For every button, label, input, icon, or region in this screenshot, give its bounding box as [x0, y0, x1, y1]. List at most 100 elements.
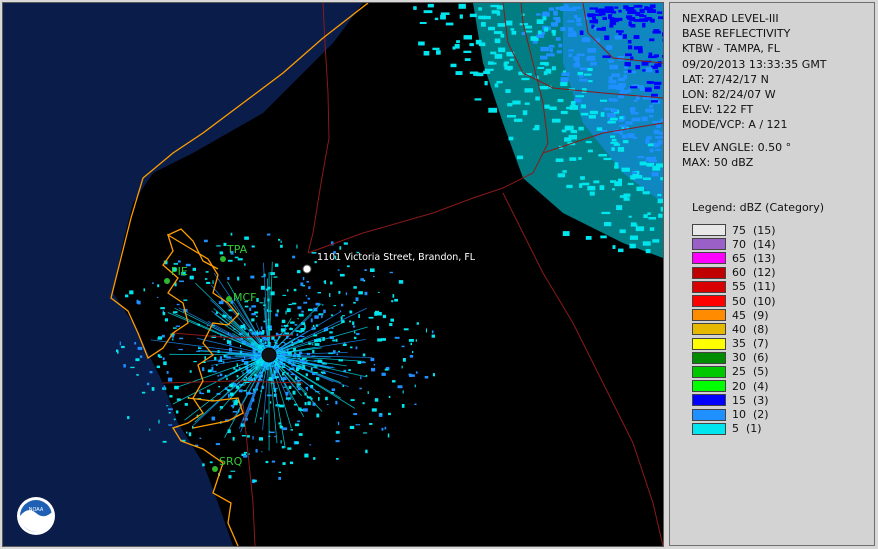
- echo-cell: [623, 74, 628, 79]
- echo-cell: [623, 66, 628, 69]
- noaa-logo-icon: NOAA: [17, 497, 55, 535]
- echo-cell: [607, 121, 616, 124]
- echo-cell: [536, 34, 545, 38]
- echo-cell: [255, 449, 258, 453]
- echo-cell: [490, 51, 497, 55]
- echo-cell: [611, 108, 618, 113]
- echo-cell: [552, 31, 556, 36]
- echo-cell: [156, 296, 159, 298]
- echo-cell: [296, 244, 298, 249]
- legend-label: 5 (1): [732, 422, 762, 436]
- location-pin-icon[interactable]: [302, 264, 312, 274]
- echo-cell: [646, 164, 653, 167]
- city-marker-icon[interactable]: [220, 256, 226, 262]
- city-marker-icon[interactable]: [226, 296, 232, 302]
- echo-cell: [329, 293, 331, 297]
- echo-cell: [620, 89, 629, 93]
- echo-cell: [308, 286, 311, 289]
- radar-map[interactable]: TPA PIE MCF SRQ 1101 Victoria Street, Brand…: [2, 2, 664, 547]
- echo-cell: [146, 382, 150, 386]
- echo-cell: [300, 282, 304, 286]
- city-marker-icon[interactable]: [164, 278, 170, 284]
- echo-cell: [229, 343, 232, 346]
- echo-cell: [478, 7, 482, 11]
- echo-cell: [249, 307, 252, 311]
- echo-cell: [184, 403, 188, 406]
- echo-cell: [304, 402, 307, 406]
- echo-cell: [424, 376, 429, 379]
- echo-cell: [312, 350, 315, 354]
- echo-cell: [585, 140, 592, 144]
- echo-cell: [281, 325, 284, 327]
- elev-angle: ELEV ANGLE: 0.50 °: [682, 140, 792, 154]
- legend-row: 55 (11): [692, 280, 776, 294]
- echo-cell: [290, 321, 295, 324]
- echo-cell: [427, 3, 434, 8]
- echo-cell: [656, 11, 663, 14]
- echo-cell: [524, 102, 530, 105]
- echo-cell: [564, 4, 569, 8]
- echo-cell: [308, 308, 313, 312]
- echo-cell: [613, 143, 621, 146]
- echo-cell: [596, 27, 604, 31]
- product-type: BASE REFLECTIVITY: [682, 27, 791, 41]
- echo-cell: [431, 330, 434, 334]
- echo-cell: [649, 114, 654, 118]
- legend-swatch: [692, 224, 726, 237]
- echo-cell: [662, 38, 663, 42]
- echo-cell: [653, 142, 659, 148]
- echo-cell: [354, 330, 356, 334]
- echo-cell: [289, 338, 292, 340]
- echo-cell: [512, 100, 521, 105]
- city-label: PIE: [171, 265, 188, 278]
- echo-cell: [570, 101, 576, 106]
- echo-cell: [494, 38, 501, 44]
- echo-cell: [370, 357, 375, 362]
- echo-cell: [294, 324, 298, 326]
- echo-cell: [305, 373, 308, 377]
- legend-label: 65 (13): [732, 251, 776, 265]
- echo-cell: [618, 119, 624, 122]
- echo-cell: [608, 76, 613, 80]
- echo-cell: [371, 408, 377, 412]
- echo-cell: [455, 71, 463, 75]
- echo-cell: [362, 353, 366, 357]
- echo-cell: [556, 50, 562, 54]
- echo-cell: [658, 213, 663, 218]
- echo-cell: [553, 10, 558, 16]
- echo-cell: [314, 343, 320, 346]
- echo-cell: [255, 315, 258, 318]
- echo-cell: [621, 134, 627, 139]
- echo-cell: [353, 286, 357, 289]
- echo-cell: [296, 270, 301, 274]
- echo-cell: [627, 9, 636, 15]
- echo-cell: [294, 423, 300, 427]
- echo-cell: [273, 339, 277, 342]
- echo-cell: [173, 418, 176, 421]
- echo-cell: [560, 82, 568, 87]
- echo-cell: [387, 433, 390, 438]
- echo-cell: [287, 289, 289, 292]
- legend-label: 25 (5): [732, 365, 769, 379]
- echo-cell: [540, 46, 550, 52]
- latitude: LAT: 27/42/17 N: [682, 72, 769, 86]
- echo-cell: [649, 227, 655, 231]
- legend-swatch: [692, 252, 726, 265]
- echo-cell: [644, 116, 648, 121]
- city-marker-icon[interactable]: [212, 466, 218, 472]
- echo-cell: [608, 14, 613, 19]
- echo-cell: [566, 184, 573, 189]
- echo-cell: [309, 444, 312, 446]
- radar-map-canvas[interactable]: TPA PIE MCF SRQ 1101 Victoria Street, Brand…: [3, 3, 663, 546]
- echo-cell: [298, 313, 304, 317]
- echo-cell: [599, 185, 605, 190]
- echo-cell: [377, 291, 380, 293]
- echo-cell: [445, 22, 454, 26]
- echo-cell: [655, 136, 663, 139]
- echo-cell: [494, 83, 499, 88]
- echo-cell: [360, 278, 364, 281]
- echo-cell: [173, 327, 177, 329]
- echo-cell: [637, 156, 645, 159]
- echo-cell: [416, 322, 419, 325]
- echo-cell: [432, 373, 435, 377]
